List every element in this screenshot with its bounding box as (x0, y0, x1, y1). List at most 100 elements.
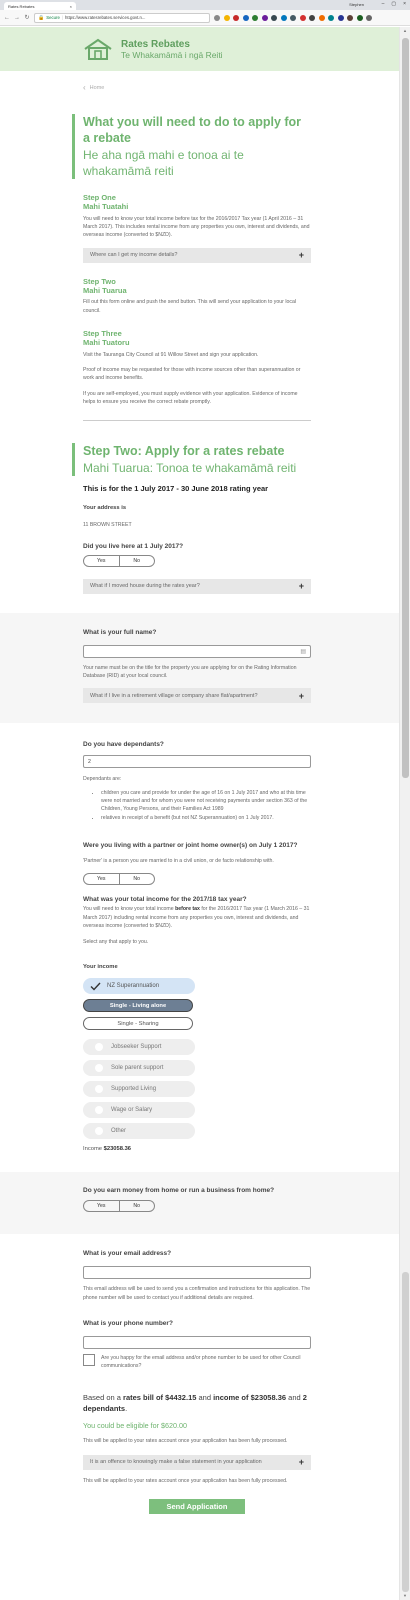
checkbox[interactable] (95, 1106, 103, 1115)
checkbox[interactable] (95, 1085, 103, 1094)
tab-close-icon[interactable]: × (70, 4, 72, 9)
income-help-text: You will need to know your total income (83, 906, 176, 913)
browser-tabbar: Rates Rebates × Stephen – ▢ × (0, 0, 410, 10)
page-scrollbar[interactable]: ▲ ▼ (399, 27, 410, 1600)
scrollbar-thumb[interactable] (402, 1272, 409, 1592)
yes-button[interactable]: Yes (84, 874, 119, 884)
step-three-text: Proof of income may be requested for tho… (83, 367, 301, 382)
divider (83, 420, 311, 422)
main-content: ‹ Home What you will need to do to apply… (0, 83, 311, 594)
scrollbar-thumb[interactable] (402, 38, 409, 778)
sharing-option[interactable]: Single - Sharing (83, 1017, 193, 1031)
step-one: Step One Mahi Tuatahi You will need to k… (83, 193, 311, 240)
browser-tab[interactable]: Rates Rebates × (4, 2, 76, 10)
option-label: Single - Sharing (117, 1020, 159, 1027)
extension-icon[interactable] (309, 14, 315, 21)
checkbox[interactable] (95, 1043, 103, 1052)
tab-title: Rates Rebates (8, 3, 35, 9)
income-option-superannuation[interactable]: NZ Superannuation (83, 978, 195, 995)
consent-checkbox[interactable] (83, 1354, 95, 1367)
minimize-icon[interactable]: – (382, 1, 385, 7)
send-row: Send Application (83, 1499, 311, 1515)
menu-icon[interactable] (366, 14, 372, 21)
extension-icon[interactable] (280, 14, 287, 21)
check-icon (90, 982, 101, 991)
extension-icon[interactable] (337, 14, 344, 21)
eligible-amount: You could be eligible for $620.00 (83, 1421, 188, 1431)
fullname-question: What is your full name? (83, 628, 157, 636)
no-button[interactable]: No (118, 1201, 155, 1212)
extension-icon[interactable] (271, 14, 277, 21)
plus-icon: + (298, 250, 304, 261)
checkbox[interactable] (95, 1064, 103, 1073)
scroll-down-icon[interactable]: ▼ (400, 1593, 410, 1598)
no-button[interactable]: No (118, 874, 155, 885)
live-yes-no-toggle: Yes No (83, 554, 155, 567)
income-option-supported-living[interactable]: Supported Living (83, 1081, 195, 1098)
phone-question: What is your phone number? (83, 1320, 173, 1328)
breadcrumb[interactable]: ‹ Home (83, 83, 311, 92)
no-button[interactable]: No (118, 555, 155, 566)
secure-label: Secure (46, 15, 60, 20)
income-details-accordion[interactable]: Where can I get my income details? + (83, 247, 311, 263)
page-title: What you will need to do to apply for a … (83, 115, 302, 146)
step-two-text: Fill out this form online and push the s… (83, 299, 296, 314)
house-logo-icon[interactable] (83, 38, 113, 60)
income-option-other[interactable]: Other (83, 1123, 195, 1140)
maximize-icon[interactable]: ▢ (391, 1, 396, 7)
window-controls: – ▢ × (382, 1, 406, 7)
reload-icon[interactable]: ↻ (24, 14, 30, 21)
window-close-icon[interactable]: × (403, 1, 406, 7)
extension-icon[interactable] (347, 14, 353, 21)
extension-icon[interactable] (318, 14, 325, 21)
email-field[interactable] (83, 1266, 311, 1280)
false-statement-accordion[interactable]: It is an offence to knowingly make a fal… (83, 1454, 311, 1470)
extension-icon[interactable] (299, 14, 306, 21)
retirement-accordion[interactable]: What if I live in a retirement village o… (83, 688, 311, 704)
extension-icon[interactable] (261, 14, 268, 21)
extension-icon[interactable] (233, 14, 239, 21)
forward-arrow-icon[interactable]: → (14, 15, 20, 21)
income-option-sole-parent[interactable]: Sole parent support (83, 1060, 195, 1077)
phone-field[interactable] (83, 1336, 311, 1350)
income-total-value: $23058.36 (103, 1146, 132, 1153)
extension-icon[interactable] (356, 14, 363, 21)
send-application-button[interactable]: Send Application (149, 1499, 245, 1515)
extension-icon[interactable] (328, 14, 334, 21)
yes-button[interactable]: Yes (84, 1201, 119, 1211)
email-help: This email address will be used to send … (83, 1286, 311, 1301)
applied-note: This will be applied to your rates accou… (83, 1477, 288, 1484)
fullname-input[interactable]: ▤ (83, 644, 311, 658)
yes-button[interactable]: Yes (84, 556, 119, 566)
address-bar[interactable]: 🔒 Secure | https://www.ratesrebates.serv… (34, 12, 210, 23)
chevron-left-icon: ‹ (83, 83, 86, 92)
star-icon[interactable] (223, 14, 230, 21)
search-icon[interactable] (214, 14, 220, 21)
extension-icon[interactable] (242, 14, 249, 21)
step-two: Step Two Mahi Tuarua Fill out this form … (83, 277, 311, 315)
summary-text: and (196, 1392, 214, 1402)
income-option-wage[interactable]: Wage or Salary (83, 1102, 195, 1119)
scroll-up-icon[interactable]: ▲ (400, 28, 410, 33)
breadcrumb-home[interactable]: Home (90, 85, 105, 91)
dependants-input[interactable]: 2 (83, 755, 311, 769)
rating-year: This is for the 1 July 2017 - 30 June 20… (83, 483, 269, 493)
extension-icon[interactable] (290, 14, 296, 21)
extension-icon[interactable] (252, 14, 258, 21)
option-label: Other (111, 1128, 127, 1135)
checkbox[interactable] (95, 1127, 103, 1136)
income-option-jobseeker[interactable]: Jobseeker Support (83, 1039, 195, 1056)
option-label: Sole parent support (111, 1065, 164, 1072)
section-subtitle: Mahi Tuarua: Tonoa te whakamāmā reiti (83, 460, 297, 475)
moved-house-accordion[interactable]: What if I moved house during the rates y… (83, 578, 311, 594)
plus-icon: + (298, 690, 304, 701)
living-alone-option[interactable]: Single - Living alone (83, 999, 193, 1013)
email-question: What is your email address? (83, 1250, 172, 1258)
page: Rates Rebates Te Whakamāmā i ngā Reiti ‹… (0, 27, 399, 1600)
your-income-label: Your income (83, 964, 118, 971)
step-three: Step Three Mahi Tuatoru Visit the Tauran… (83, 329, 311, 406)
browser-user-label[interactable]: Stephen (349, 2, 364, 7)
income-question: What was your total income for the 2017/… (83, 896, 247, 904)
back-arrow-icon[interactable]: ← (4, 15, 10, 21)
business-yes-no-toggle: Yes No (83, 1200, 155, 1213)
